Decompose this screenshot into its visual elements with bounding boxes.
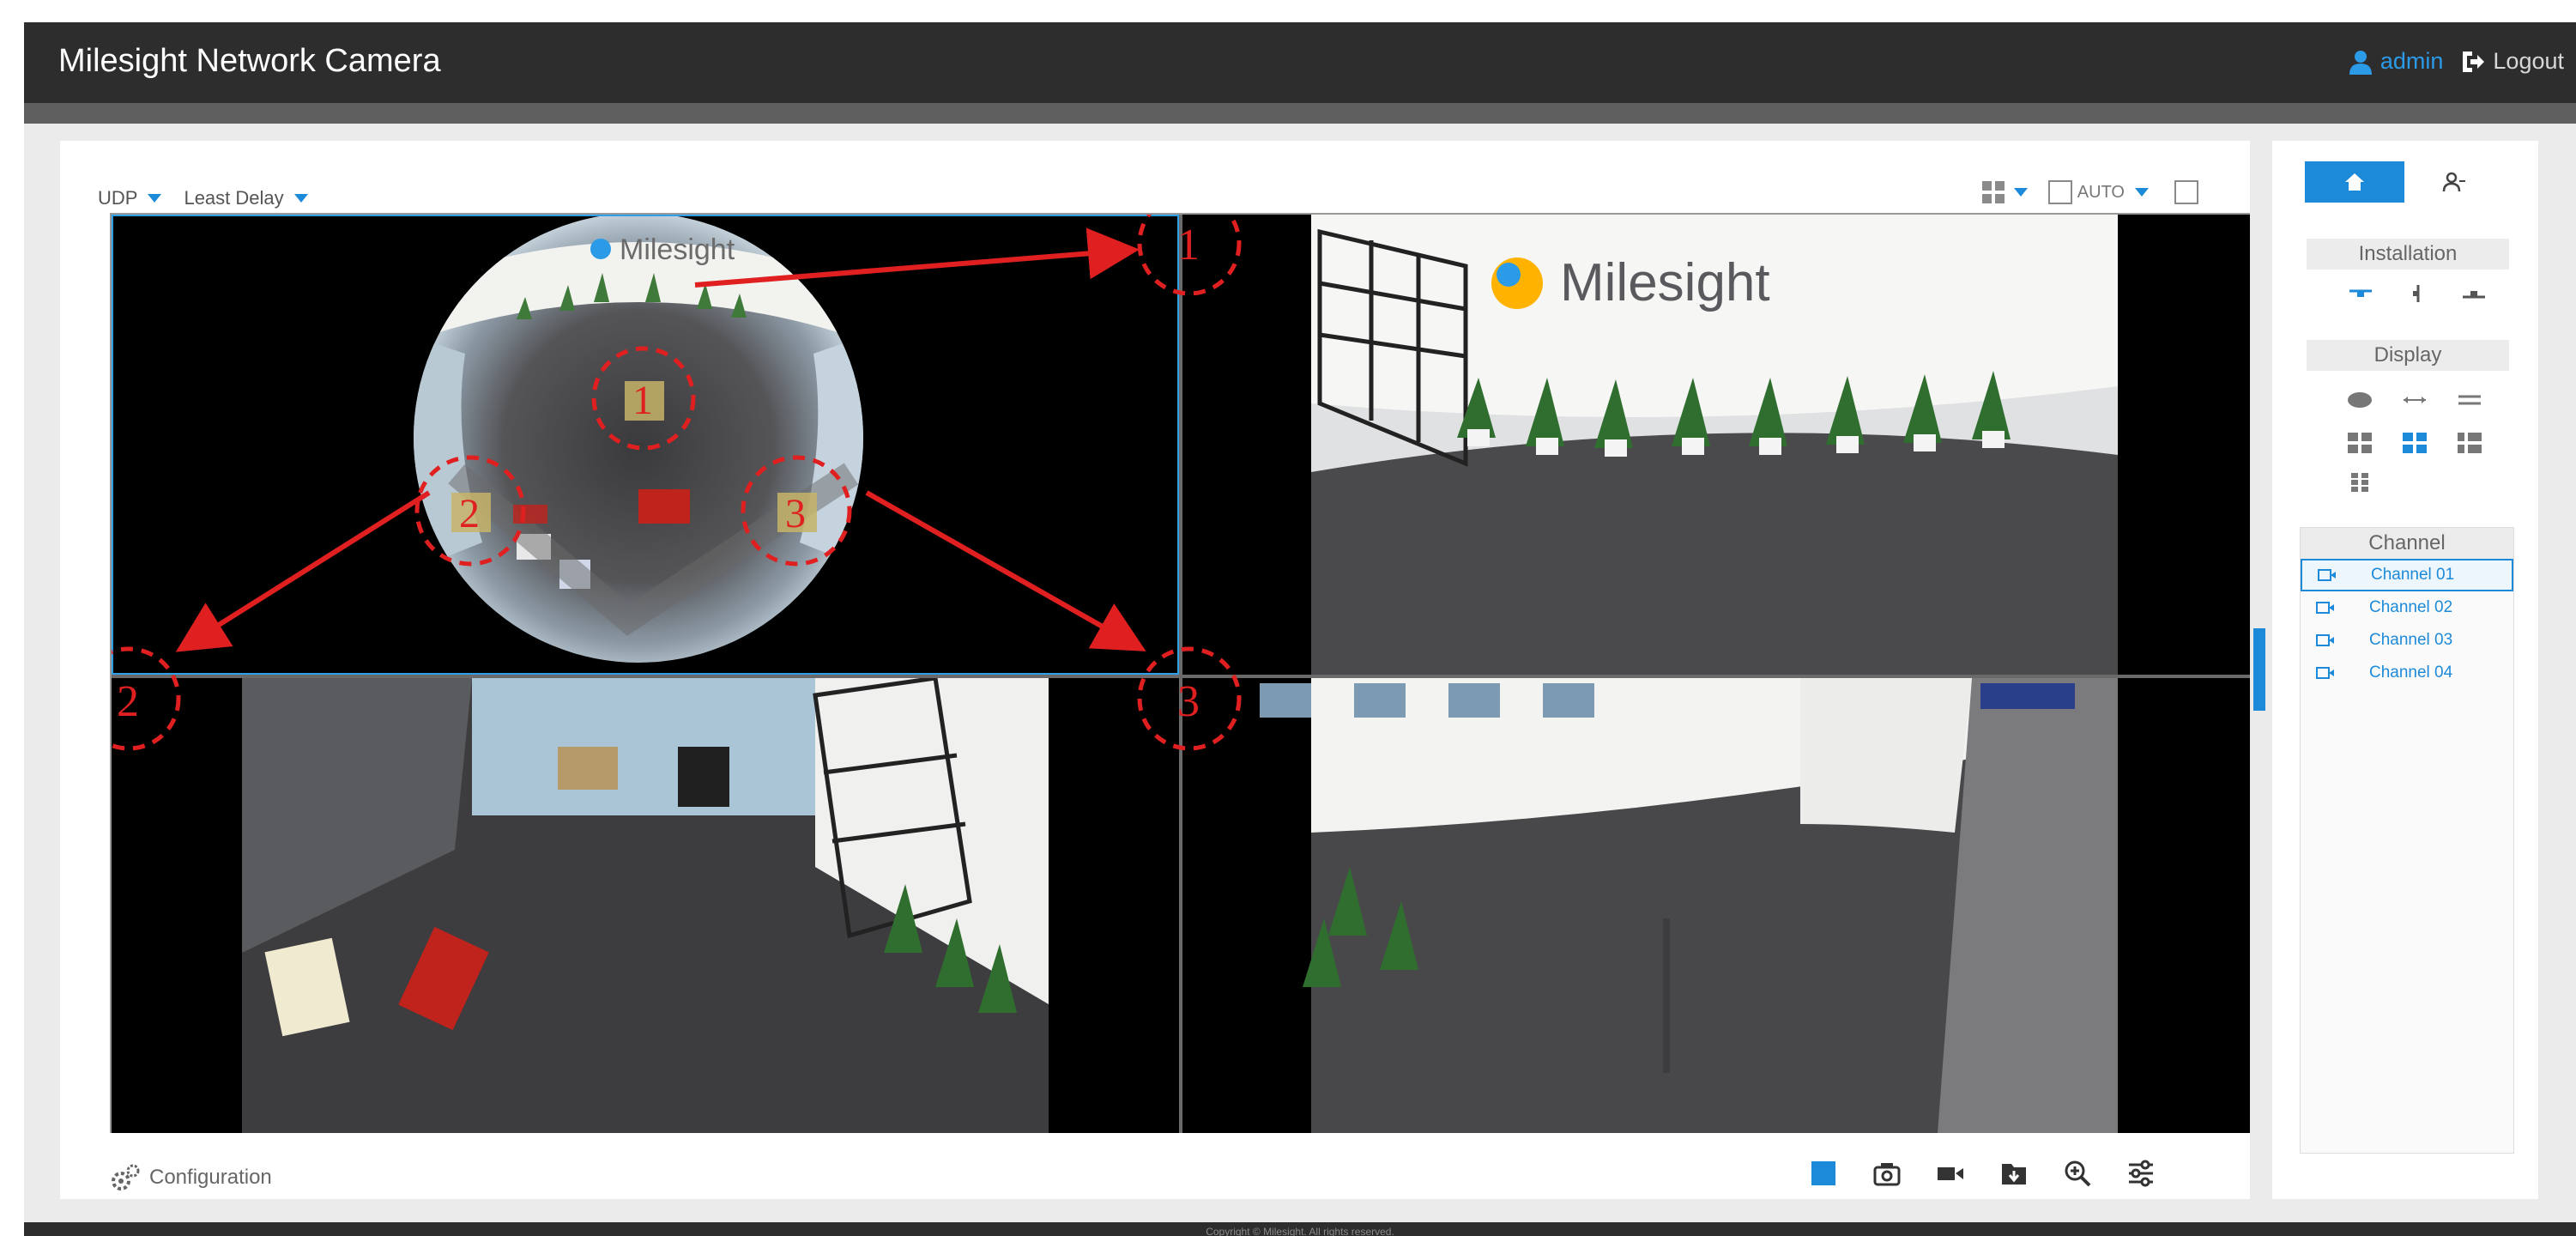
live-view-panel: UDP Least Delay AUTO Milesight 1 2 3 Mil… [60,141,2250,1199]
tab-user-settings[interactable] [2404,161,2504,203]
eight-split-icon[interactable] [2346,472,2373,498]
floor-mount-icon[interactable] [2461,283,2487,304]
panorama-mode-icon[interactable] [2401,390,2428,410]
panel-tabs [2305,161,2504,203]
camera-icon [2316,667,2334,679]
camera-icon [2316,634,2334,646]
display-modes-row-2 [2346,431,2483,455]
adjust-settings-icon[interactable] [2126,1159,2156,1188]
grid-layout-icon [1981,181,2005,203]
admin-label: admin [2379,48,2444,74]
chevron-down-icon [2135,188,2149,197]
chevron-down-icon [2013,188,2028,197]
delay-select[interactable]: Least Delay [184,187,308,209]
channel-label: Channel 02 [2369,598,2453,616]
protocol-select[interactable]: UDP [98,187,162,209]
fullscreen-icon[interactable] [2174,180,2198,204]
fisheye-mode-icon[interactable] [2346,390,2373,410]
download-icon[interactable] [1999,1159,2029,1188]
view-controls: AUTO [1981,180,2198,204]
app-title: Milesight Network Camera [58,43,441,79]
wall-mount-icon[interactable] [2404,283,2430,304]
display-modes-row-3 [2346,472,2373,498]
channel-label: Channel 03 [2369,631,2453,649]
ceiling-mount-icon[interactable] [2348,283,2373,304]
gears-icon [112,1164,140,1191]
channel-list: Channel Channel 01 Channel 02 Channel 03… [2300,527,2514,1154]
snapshot-icon[interactable] [1872,1159,1902,1188]
chevron-down-icon [148,194,162,203]
annotation-overlay: 1 2 3 [112,215,1242,751]
delay-value: Least Delay [184,187,284,209]
control-panel: Installation Display Channel Channel 01 … [2272,141,2538,1199]
channel-heading: Channel [2301,528,2513,559]
channel-label: Channel 01 [2371,566,2455,584]
logout-icon [2463,51,2485,72]
installation-heading: Installation [2307,239,2509,270]
annotation-1-outer: 1 [1177,221,1200,270]
tab-home[interactable] [2305,161,2404,203]
zoom-value: AUTO [2077,182,2125,202]
user-settings-icon [2442,172,2465,192]
logout-label: Logout [2493,48,2564,74]
admin-link[interactable]: admin [2348,48,2444,75]
video-grid: Milesight 1 2 3 Milesight 1 2 3 [110,213,2250,1133]
header-subbar [24,103,2576,124]
annotation-3-outer: 3 [1177,677,1200,726]
layout-select[interactable] [1981,180,2028,204]
app-frame: Milesight Network Camera admin Logout UD… [24,22,2576,1236]
logout-button[interactable]: Logout [2460,48,2564,75]
playback-tools [1809,1159,2156,1188]
channel-item[interactable]: Channel 01 [2301,559,2513,591]
zoom-select[interactable]: AUTO [2047,180,2149,204]
channel-label: Channel 04 [2369,663,2453,682]
configuration-link[interactable]: Configuration [110,1162,272,1193]
channel-item[interactable]: Channel 03 [2301,624,2513,657]
display-heading: Display [2307,340,2509,371]
copyright-text: Copyright © Milesight. All rights reserv… [1206,1226,1394,1236]
user-area: admin Logout [2348,48,2564,75]
quad-split-icon[interactable] [2346,431,2373,455]
footer-bar: Copyright © Milesight. All rights reserv… [24,1222,2576,1236]
annotation-2-outer: 2 [117,677,139,726]
stop-icon[interactable] [1809,1159,1838,1188]
chevron-down-icon [293,194,308,203]
record-icon[interactable] [1936,1159,1965,1188]
header-bar: Milesight Network Camera admin Logout [24,22,2576,103]
dual-panorama-icon[interactable] [2456,390,2483,410]
channel-item[interactable]: Channel 02 [2301,591,2513,624]
camera-icon [2316,602,2334,614]
protocol-value: UDP [98,187,138,209]
user-icon [2349,50,2372,75]
home-icon [2345,173,2364,191]
installation-modes [2348,283,2487,304]
camera-icon [2318,569,2336,581]
configuration-label: Configuration [149,1166,272,1189]
stream-settings: UDP Least Delay [98,187,308,209]
fit-screen-icon [2047,180,2072,204]
multi-split-icon[interactable] [2456,431,2483,455]
zoom-in-icon[interactable] [2063,1159,2092,1188]
fisheye-quad-icon[interactable] [2401,431,2428,455]
display-modes-row-1 [2346,390,2483,410]
channel-item[interactable]: Channel 04 [2301,657,2513,689]
collapse-panel-handle[interactable] [2253,628,2265,711]
